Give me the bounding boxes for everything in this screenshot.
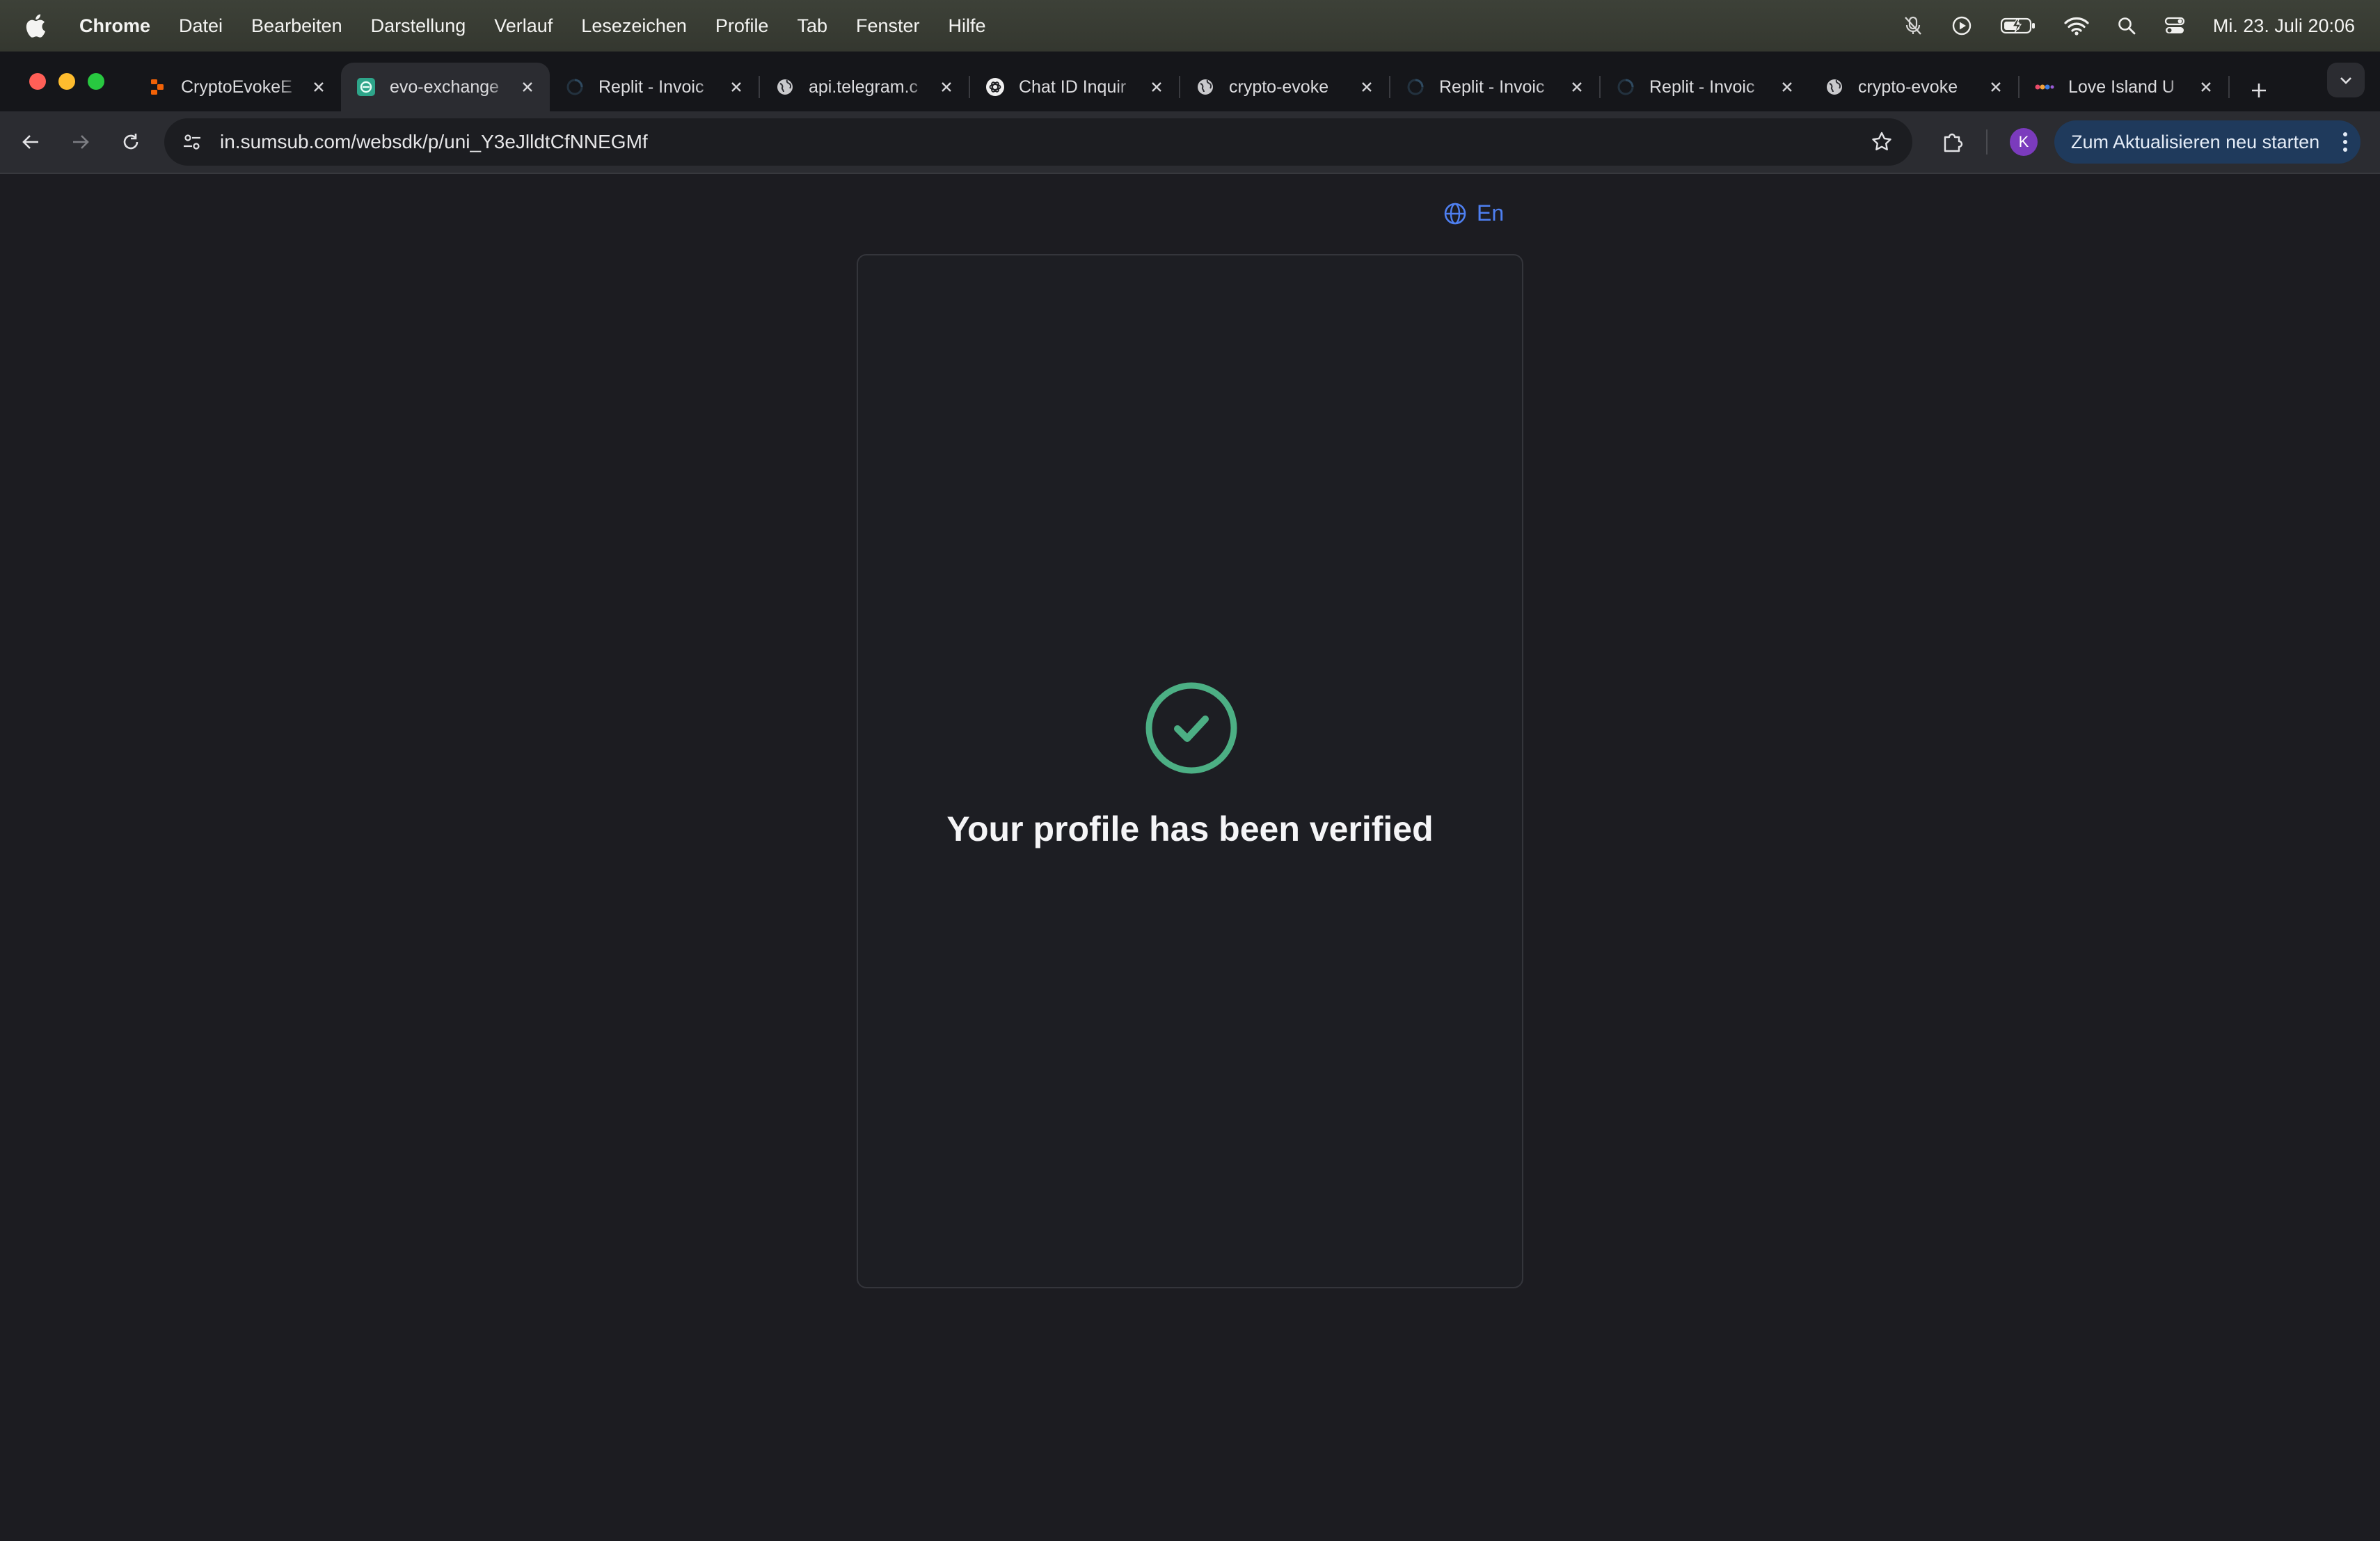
battery-charging-icon[interactable] <box>2000 16 2036 35</box>
menu-lesezeichen[interactable]: Lesezeichen <box>581 15 687 37</box>
mic-off-icon[interactable] <box>1903 15 1923 36</box>
browser-toolbar: in.sumsub.com/websdk/p/uni_Y3eJlldtCfNNE… <box>0 111 2380 174</box>
play-icon[interactable] <box>1951 15 1972 36</box>
tab-title: Replit - Invoic <box>598 77 704 97</box>
address-bar[interactable]: in.sumsub.com/websdk/p/uni_Y3eJlldtCfNNE… <box>164 118 1912 166</box>
close-icon[interactable] <box>309 77 328 97</box>
check-circle-icon <box>1145 682 1237 774</box>
openai-icon <box>985 77 1005 97</box>
globe-icon <box>1196 77 1215 97</box>
wifi-icon[interactable] <box>2064 16 2089 35</box>
close-window-button[interactable] <box>29 73 46 90</box>
globe-icon <box>1444 203 1466 224</box>
reload-icon <box>123 134 138 150</box>
language-label: En <box>1477 200 1505 226</box>
tab-list: CryptoEvokeE evo-exchange Replit - Invoi… <box>132 52 2280 111</box>
menu-darstellung[interactable]: Darstellung <box>371 15 466 37</box>
menu-tab[interactable]: Tab <box>797 15 827 37</box>
globe-icon <box>775 77 795 97</box>
more-vertical-icon[interactable] <box>2342 132 2348 152</box>
loading-icon <box>1406 77 1425 97</box>
close-icon[interactable] <box>1357 77 1377 97</box>
url-text[interactable]: in.sumsub.com/websdk/p/uni_Y3eJlldtCfNNE… <box>220 131 1868 153</box>
tab-title: Love Island U <box>2068 77 2175 97</box>
tab-divider <box>2228 76 2230 98</box>
close-icon[interactable] <box>1147 77 1166 97</box>
back-button[interactable] <box>11 123 50 161</box>
tab-replit-invoice-2[interactable]: Replit - Invoic <box>1390 63 1599 111</box>
reload-button[interactable] <box>111 123 150 161</box>
fullscreen-window-button[interactable] <box>88 73 104 90</box>
menubar-clock[interactable]: Mi. 23. Juli 20:06 <box>2213 15 2355 37</box>
arrow-left-icon <box>22 135 38 149</box>
puzzle-icon <box>1944 133 1963 152</box>
control-center-icon[interactable] <box>2164 16 2185 35</box>
menu-bearbeiten[interactable]: Bearbeiten <box>251 15 342 37</box>
menu-verlauf[interactable]: Verlauf <box>494 15 553 37</box>
close-icon[interactable] <box>1777 77 1797 97</box>
menu-profile[interactable]: Profile <box>715 15 769 37</box>
tab-title: crypto-evoke <box>1858 77 1958 97</box>
tab-love-island[interactable]: Love Island U <box>2020 63 2228 111</box>
replit-icon <box>148 77 167 97</box>
update-label: Zum Aktualisieren neu starten <box>2071 131 2320 152</box>
tab-title: api.telegram.c <box>809 77 919 97</box>
menu-app-name[interactable]: Chrome <box>79 15 150 37</box>
bookmark-star-icon[interactable] <box>1868 128 1896 156</box>
tab-title: crypto-evoke <box>1229 77 1329 97</box>
spotlight-search-icon[interactable] <box>2117 16 2136 35</box>
macos-menu-bar: Chrome Datei Bearbeiten Darstellung Verl… <box>0 0 2380 52</box>
menubar-status-area: Mi. 23. Juli 20:06 <box>1903 15 2355 37</box>
page-content: En Your profile has been verified <box>0 175 2380 1541</box>
loading-icon <box>565 77 585 97</box>
tab-crypto-evoke-2[interactable]: crypto-evoke <box>1809 63 2018 111</box>
tab-replit-invoice-1[interactable]: Replit - Invoic <box>550 63 759 111</box>
close-icon[interactable] <box>727 77 746 97</box>
tab-title: CryptoEvokeE <box>181 77 292 97</box>
tab-title: Replit - Invoic <box>1439 77 1545 97</box>
tab-evo-exchange[interactable]: evo-exchange <box>341 63 550 111</box>
close-icon[interactable] <box>1986 77 2006 97</box>
close-icon[interactable] <box>518 77 537 97</box>
plus-icon <box>2252 84 2266 97</box>
extensions-button[interactable] <box>1933 123 1972 161</box>
tab-api-telegram[interactable]: api.telegram.c <box>760 63 969 111</box>
verification-status-message: Your profile has been verified <box>946 809 1434 848</box>
globe-icon <box>1825 77 1844 97</box>
verification-card: Your profile has been verified <box>857 254 1523 1288</box>
forward-button[interactable] <box>61 123 100 161</box>
relaunch-to-update-button[interactable]: Zum Aktualisieren neu starten <box>2054 120 2361 164</box>
tab-crypto-evoke-1[interactable]: crypto-evoke <box>1180 63 1389 111</box>
window-controls <box>29 73 104 90</box>
close-icon[interactable] <box>1567 77 1587 97</box>
minimize-window-button[interactable] <box>58 73 75 90</box>
menu-fenster[interactable]: Fenster <box>856 15 920 37</box>
tab-title: Replit - Invoic <box>1649 77 1755 97</box>
tab-title: evo-exchange <box>390 77 500 97</box>
loading-icon <box>1616 77 1635 97</box>
arrow-right-icon <box>73 135 89 149</box>
tab-cryptoevoke[interactable]: CryptoEvokeE <box>132 63 341 111</box>
toolbar-divider <box>1986 129 1988 155</box>
chevron-down-icon <box>2340 77 2351 84</box>
close-icon[interactable] <box>2196 77 2216 97</box>
tab-chat-id-inquiry[interactable]: Chat ID Inquir <box>970 63 1179 111</box>
browser-tab-strip: CryptoEvokeE evo-exchange Replit - Invoi… <box>0 52 2380 111</box>
new-tab-button[interactable] <box>2238 70 2280 111</box>
language-switcher[interactable]: En <box>1443 200 1504 226</box>
tab-replit-invoice-3[interactable]: Replit - Invoic <box>1601 63 1809 111</box>
itv-icon <box>2035 77 2054 97</box>
menu-hilfe[interactable]: Hilfe <box>949 15 986 37</box>
evo-icon <box>356 77 376 97</box>
menu-datei[interactable]: Datei <box>179 15 223 37</box>
site-settings-icon[interactable] <box>178 128 206 156</box>
apple-menu-icon[interactable] <box>25 13 46 38</box>
tab-title: Chat ID Inquir <box>1019 77 1127 97</box>
close-icon[interactable] <box>937 77 956 97</box>
tab-search-button[interactable] <box>2327 63 2365 97</box>
profile-avatar[interactable]: K <box>2010 128 2038 156</box>
